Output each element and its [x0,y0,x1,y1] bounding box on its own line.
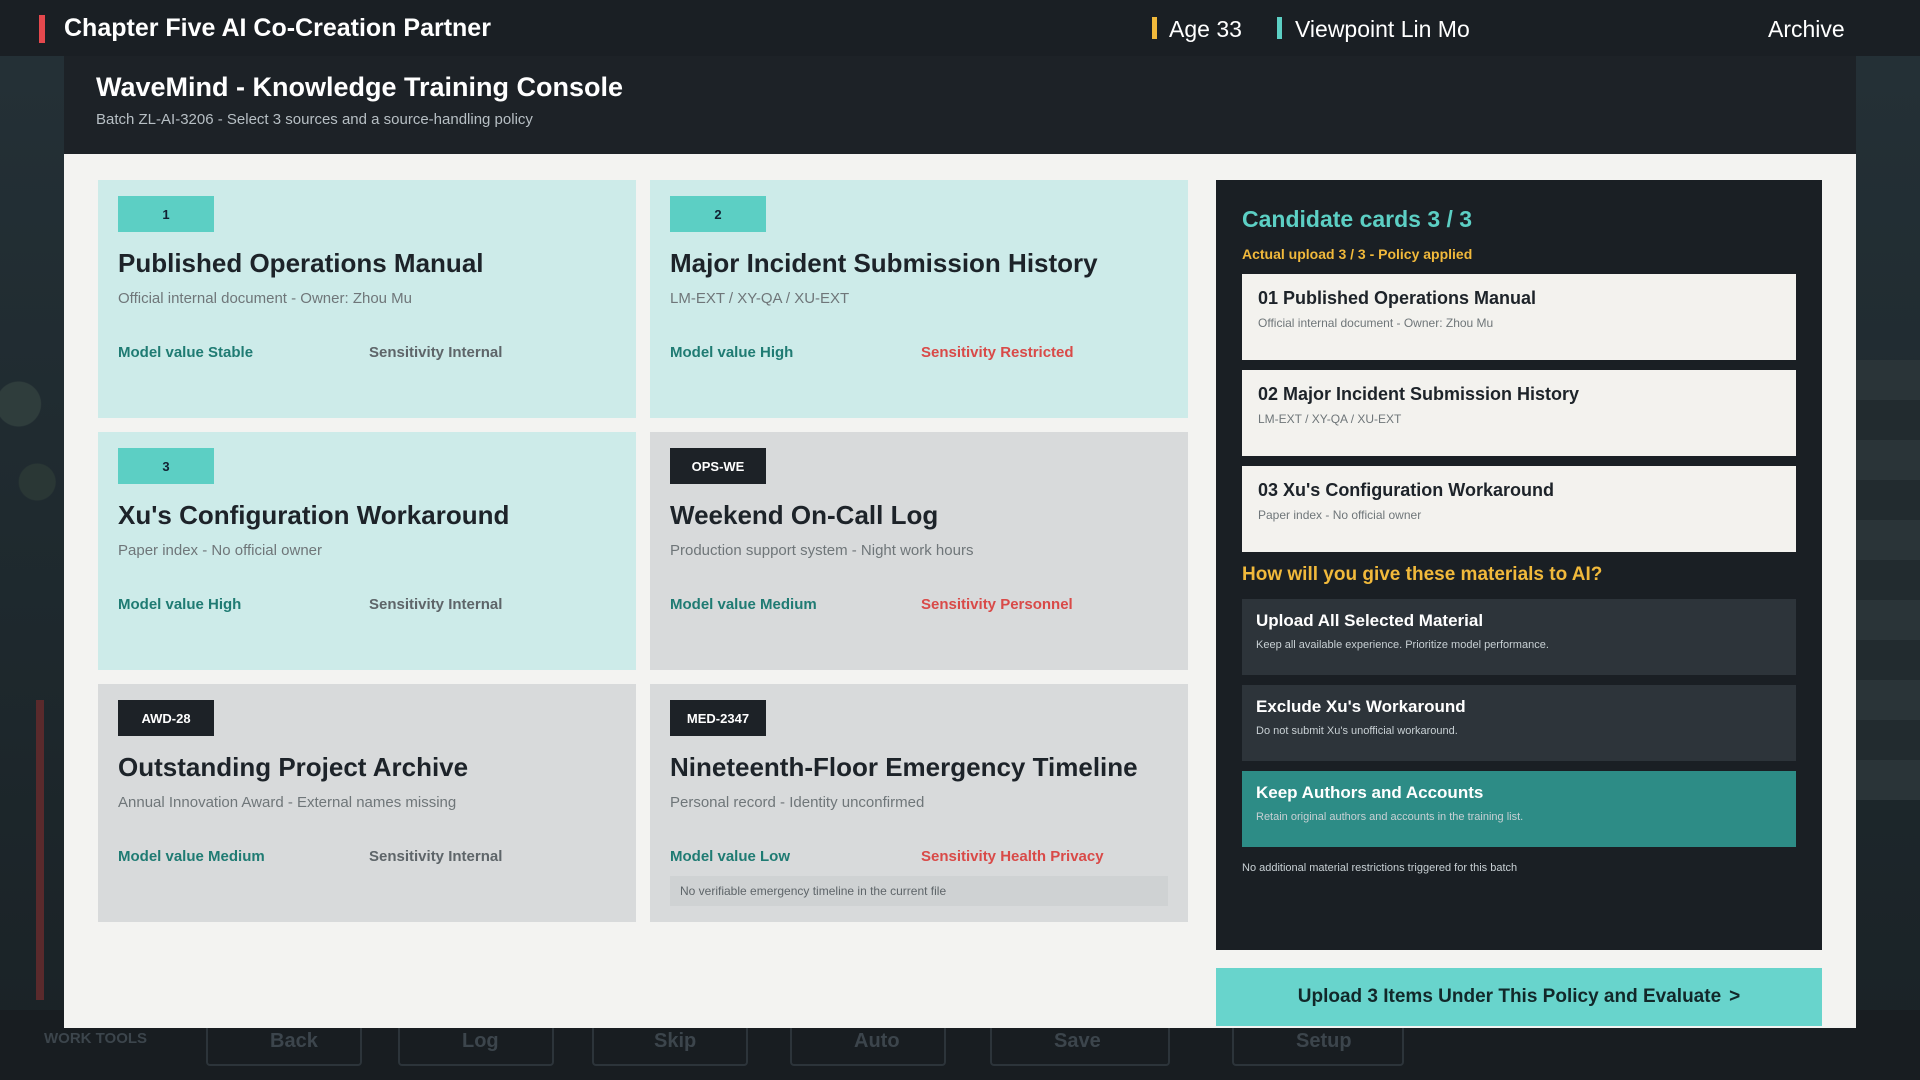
card-title: Weekend On-Call Log [670,500,939,530]
background-red-bar [36,700,44,1000]
card-title: Major Incident Submission History [670,248,1098,278]
background-tool-save-label: Save [1054,1030,1101,1052]
policy-option-exclude-xu[interactable]: Exclude Xu's Workaround Do not submit Xu… [1242,685,1796,761]
policy-option-keep-authors[interactable]: Keep Authors and Accounts Retain origina… [1242,771,1796,847]
top-bar: Chapter Five AI Co-Creation Partner Age … [0,0,1920,56]
background-tool-setup-label: Setup [1296,1030,1352,1052]
upload-status: Actual upload 3 / 3 - Policy applied [1242,246,1473,262]
viewpoint-marker [1277,17,1282,39]
option-title: Exclude Xu's Workaround [1256,697,1466,716]
policy-option-upload-all[interactable]: Upload All Selected Material Keep all av… [1242,599,1796,675]
chevron-right-icon: > [1729,986,1741,1007]
card-description: Official internal document - Owner: Zhou… [118,290,413,307]
background-tool-back-label: Back [270,1030,318,1052]
source-card-on-call-log[interactable]: OPS-WE Weekend On-Call Log Production su… [650,432,1188,670]
card-badge: MED-2347 [670,700,766,736]
candidate-panel-title: Candidate cards 3 / 3 [1242,206,1473,232]
source-card-xu-workaround[interactable]: 3 Xu's Configuration Workaround Paper in… [98,432,636,670]
viewpoint-label: Viewpoint Lin Mo [1295,16,1470,42]
card-sensitivity: Sensitivity Restricted [921,344,1074,361]
card-description: Annual Innovation Award - External names… [118,794,457,811]
policy-question: How will you give these materials to AI? [1242,564,1603,585]
card-badge: 1 [118,196,214,232]
card-title: Outstanding Project Archive [118,752,469,782]
source-card-emergency-timeline[interactable]: MED-2347 Nineteenth-Floor Emergency Time… [650,684,1188,922]
candidate-title: 01 Published Operations Manual [1258,288,1537,308]
candidate-description: LM-EXT / XY-QA / XU-EXT [1258,412,1402,426]
card-model-value: Model value Low [670,848,791,865]
window-header: WaveMind - Knowledge Training Console Ba… [64,56,1856,154]
candidate-item[interactable]: 01 Published Operations Manual Official … [1242,274,1796,360]
candidate-item[interactable]: 02 Major Incident Submission History LM-… [1242,370,1796,456]
card-model-value: Model value High [118,596,242,613]
chapter-title: Chapter Five AI Co-Creation Partner [64,14,491,42]
card-model-value: Model value Medium [118,848,265,865]
option-title: Upload All Selected Material [1256,611,1484,630]
card-badge: OPS-WE [670,448,766,484]
card-sensitivity: Sensitivity Internal [369,596,503,613]
age-marker [1152,17,1157,39]
card-description: Paper index - No official owner [118,542,322,559]
candidate-title: 02 Major Incident Submission History [1258,384,1580,404]
background-plant [0,300,62,560]
card-description: LM-EXT / XY-QA / XU-EXT [670,290,850,307]
card-description: Personal record - Identity unconfirmed [670,794,925,811]
background-toolbar-label: WORK TOOLS [44,1030,148,1047]
card-sensitivity: Sensitivity Internal [369,848,503,865]
panel-footer-note: No additional material restrictions trig… [1242,862,1518,874]
card-badge: AWD-28 [118,700,214,736]
option-title: Keep Authors and Accounts [1256,783,1484,802]
candidate-description: Official internal document - Owner: Zhou… [1258,316,1494,330]
background-shelf [1856,360,1920,800]
card-badge: 3 [118,448,214,484]
card-description: Production support system - Night work h… [670,542,974,559]
card-warning-note: No verifiable emergency timeline in the … [670,876,1168,906]
card-sensitivity: Sensitivity Personnel [921,596,1073,613]
upload-evaluate-button[interactable]: Upload 3 Items Under This Policy and Eva… [1216,968,1822,1026]
option-description: Do not submit Xu's unofficial workaround… [1256,725,1458,737]
candidate-panel: Candidate cards 3 / 3 Actual upload 3 / … [1216,180,1822,950]
card-model-value: Model value Stable [118,344,254,361]
chapter-accent [39,15,45,43]
card-badge: 2 [670,196,766,232]
background-tool-auto-label: Auto [854,1030,900,1052]
option-description: Retain original authors and accounts in … [1256,811,1524,823]
option-description: Keep all available experience. Prioritiz… [1256,639,1549,651]
window-subtitle: Batch ZL-AI-3206 - Select 3 sources and … [96,111,533,128]
background-tool-log-label: Log [462,1030,499,1052]
age-label: Age 33 [1169,16,1242,42]
card-model-value: Model value High [670,344,794,361]
candidate-title: 03 Xu's Configuration Workaround [1258,480,1554,500]
archive-button[interactable]: Archive [1768,16,1845,43]
source-card-operations-manual[interactable]: 1 Published Operations Manual Official i… [98,180,636,418]
card-sensitivity: Sensitivity Health Privacy [921,848,1104,865]
cta-label: Upload 3 Items Under This Policy and Eva… [1297,986,1722,1007]
source-card-incident-history[interactable]: 2 Major Incident Submission History LM-E… [650,180,1188,418]
card-title: Xu's Configuration Workaround [118,500,510,530]
card-model-value: Model value Medium [670,596,817,613]
candidate-item[interactable]: 03 Xu's Configuration Workaround Paper i… [1242,466,1796,552]
window-title: WaveMind - Knowledge Training Console [96,72,624,102]
card-sensitivity: Sensitivity Internal [369,344,503,361]
background-tool-skip-label: Skip [654,1030,697,1052]
card-title: Nineteenth-Floor Emergency Timeline [670,752,1138,782]
source-card-project-archive[interactable]: AWD-28 Outstanding Project Archive Annua… [98,684,636,922]
candidate-description: Paper index - No official owner [1258,508,1422,522]
card-title: Published Operations Manual [118,248,484,278]
